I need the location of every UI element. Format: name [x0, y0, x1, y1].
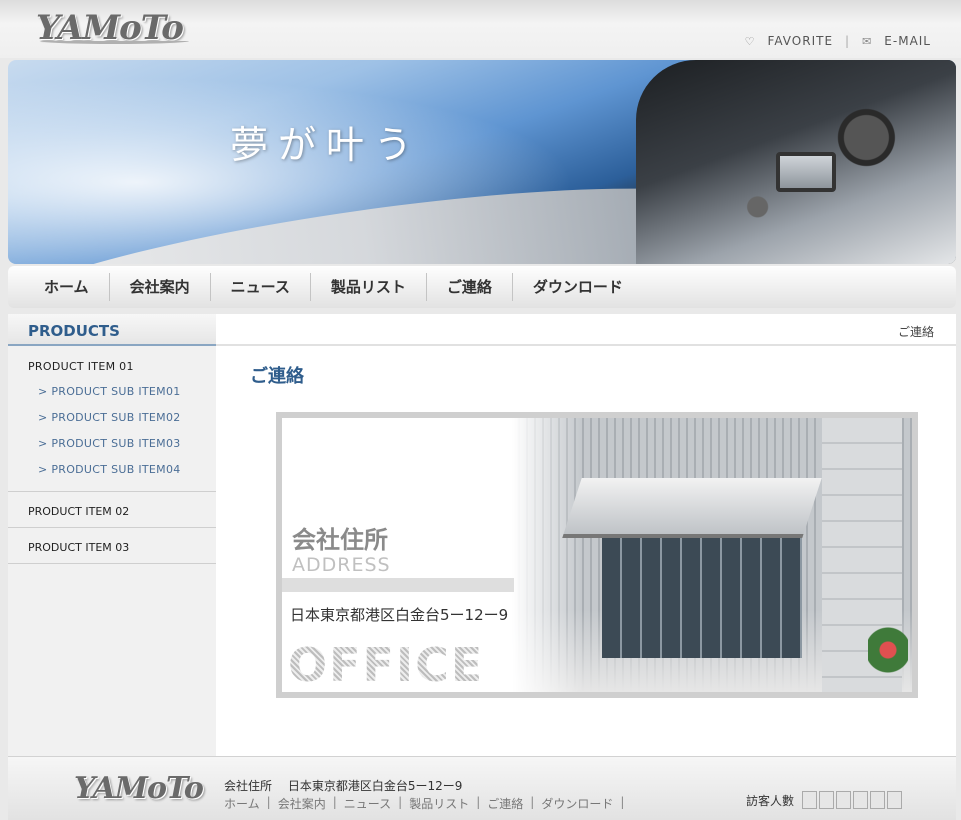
footer-address-label: 会社住所	[224, 779, 273, 793]
hero-banner: 夢が叶う	[8, 60, 956, 264]
nav-item-home[interactable]: ホーム	[8, 273, 110, 301]
nav-item-contact[interactable]: ご連絡	[427, 273, 513, 301]
mail-icon: ✉	[862, 34, 873, 48]
main-nav: ホーム 会社案内 ニュース 製品リスト ご連絡 ダウンロード	[8, 266, 956, 308]
sidebar-item-product-01[interactable]: PRODUCT ITEM 01	[8, 352, 216, 377]
footer-link-company[interactable]: 会社案内	[278, 795, 326, 812]
building-glass-entrance	[602, 538, 802, 658]
visitor-counter-digit	[819, 791, 835, 809]
favorite-link[interactable]: FAVORITE	[768, 34, 833, 48]
footer-links: ホーム | 会社案内 | ニュース | 製品リスト | ご連絡 | ダウンロード |	[224, 795, 631, 812]
banner-dashboard-screen	[776, 152, 836, 192]
sidebar-title: PRODUCTS	[8, 314, 216, 346]
breadcrumb-current[interactable]: ご連絡	[898, 325, 934, 339]
address-card-inner: 会社住所 ADDRESS 日本東京都港区白金台5ー12ー9 OFFICE	[282, 418, 912, 692]
address-label-jp: 会社住所	[292, 526, 388, 554]
footer-link-download[interactable]: ダウンロード	[541, 795, 613, 812]
address-text: 日本東京都港区白金台5ー12ー9	[290, 606, 509, 624]
banner-slogan: 夢が叶う	[230, 123, 423, 167]
office-watermark: OFFICE	[288, 638, 485, 692]
footer: YAMoTo 会社住所 日本東京都港区白金台5ー12ー9 ホーム | 会社案内 | …	[8, 756, 956, 820]
footer-link-divider: |	[266, 795, 271, 809]
visitor-counter-digit	[870, 791, 886, 809]
sidebar-item-product-02[interactable]: PRODUCT ITEM 02	[8, 492, 216, 528]
sidebar: PRODUCTS PRODUCT ITEM 01 > PRODUCT SUB I…	[8, 314, 216, 756]
sidebar-subitem-02[interactable]: > PRODUCT SUB ITEM02	[8, 403, 216, 429]
footer-logo[interactable]: YAMoTo	[74, 771, 204, 806]
sidebar-subitem-04[interactable]: > PRODUCT SUB ITEM04	[8, 455, 216, 481]
visitor-counter: 訪客人數	[746, 791, 903, 809]
visitor-counter-digit	[887, 791, 903, 809]
building-canopy	[562, 478, 822, 538]
page-title: ご連絡	[250, 366, 304, 387]
footer-link-divider: |	[476, 795, 481, 809]
logo-swoosh	[40, 38, 189, 44]
address-divider	[282, 578, 514, 592]
footer-link-divider: |	[530, 795, 535, 809]
content-area: ご連絡 ご連絡 会社住所 ADDRESS 日本東京都港区白金台5ー12ー9 OF…	[216, 314, 956, 756]
nav-item-download[interactable]: ダウンロード	[513, 273, 643, 301]
email-link[interactable]: E-MAIL	[884, 34, 931, 48]
footer-link-divider: |	[332, 795, 337, 809]
breadcrumb: ご連絡	[216, 314, 956, 346]
footer-link-products[interactable]: 製品リスト	[409, 795, 469, 812]
visitor-counter-digit	[836, 791, 852, 809]
header-links: ♡ FAVORITE | ✉ E-MAIL	[745, 34, 931, 48]
nav-item-news[interactable]: ニュース	[211, 273, 311, 301]
sidebar-subitem-01[interactable]: > PRODUCT SUB ITEM01	[8, 377, 216, 403]
footer-link-contact[interactable]: ご連絡	[487, 795, 523, 812]
visitor-counter-digit	[802, 791, 818, 809]
nav-item-products[interactable]: 製品リスト	[311, 273, 427, 301]
nav-item-company[interactable]: 会社案内	[110, 273, 211, 301]
heart-icon: ♡	[744, 34, 756, 48]
visitor-counter-digit	[853, 791, 869, 809]
footer-link-divider: |	[398, 795, 403, 809]
sidebar-group: PRODUCT ITEM 01 > PRODUCT SUB ITEM01 > P…	[8, 346, 216, 492]
footer-link-news[interactable]: ニュース	[344, 795, 391, 812]
footer-link-home[interactable]: ホーム	[224, 795, 260, 812]
sidebar-subitem-03[interactable]: > PRODUCT SUB ITEM03	[8, 429, 216, 455]
footer-address-text: 日本東京都港区白金台5ー12ー9	[287, 779, 463, 793]
footer-link-divider: |	[620, 795, 625, 809]
entrance-plant	[868, 626, 908, 686]
sidebar-item-product-03[interactable]: PRODUCT ITEM 03	[8, 528, 216, 564]
footer-address: 会社住所 日本東京都港区白金台5ー12ー9	[224, 777, 462, 794]
address-label-en: ADDRESS	[292, 554, 391, 576]
site-logo[interactable]: YAMoTo	[36, 8, 189, 48]
visitor-counter-label: 訪客人數	[746, 793, 795, 808]
header-link-divider: |	[845, 34, 851, 48]
address-card: 会社住所 ADDRESS 日本東京都港区白金台5ー12ー9 OFFICE	[276, 412, 918, 698]
main-area: PRODUCTS PRODUCT ITEM 01 > PRODUCT SUB I…	[8, 314, 956, 756]
header-bar: YAMoTo ♡ FAVORITE | ✉ E-MAIL	[0, 0, 961, 58]
